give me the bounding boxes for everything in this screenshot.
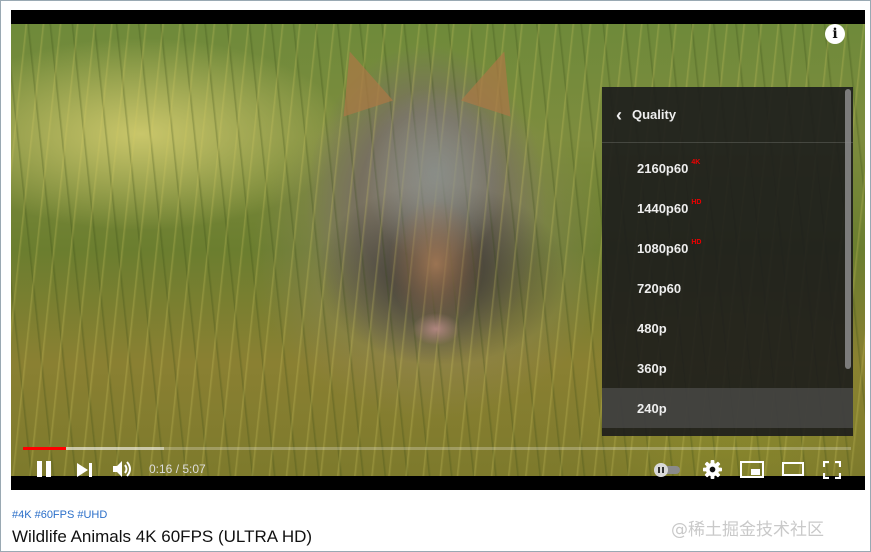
video-scene-wolf	[341, 64, 531, 364]
quality-option-label: 240p	[637, 400, 667, 416]
hashtags: #4K #60FPS #UHD	[12, 509, 110, 521]
quality-badge: 4K	[691, 158, 701, 166]
volume-icon[interactable]	[112, 459, 134, 479]
quality-option-label: 360p	[637, 360, 667, 376]
quality-option-360p[interactable]: 360p	[602, 348, 853, 388]
pause-icon[interactable]	[35, 460, 53, 478]
video-title: Wildlife Animals 4K 60FPS (ULTRA HD)	[12, 527, 313, 546]
chevron-left-icon[interactable]: ‹	[616, 106, 622, 124]
quality-badge: HD	[691, 198, 702, 206]
video-player[interactable]: i ‹ Quality 2160p60 4K 1440p60 HD 1080p6…	[11, 10, 865, 490]
progress-played	[23, 447, 67, 450]
theater-mode-icon[interactable]	[782, 461, 804, 477]
quality-option-label: 1440p60	[637, 200, 689, 216]
quality-option-label: 1080p60	[637, 240, 689, 256]
duration: 5:07	[182, 462, 206, 476]
miniplayer-icon[interactable]	[740, 461, 764, 478]
hashtag-link[interactable]: #60FPS	[35, 509, 75, 521]
gear-icon[interactable]	[703, 460, 722, 479]
quality-menu-title: Quality	[632, 107, 677, 122]
autoplay-toggle-icon[interactable]	[654, 463, 682, 477]
quality-option-2160p60[interactable]: 2160p60 4K	[602, 148, 853, 188]
quality-option-240p[interactable]: 240p	[602, 388, 853, 428]
app-frame: i ‹ Quality 2160p60 4K 1440p60 HD 1080p6…	[0, 0, 871, 552]
quality-option-1440p60[interactable]: 1440p60 HD	[602, 188, 853, 228]
quality-menu-header[interactable]: ‹ Quality	[602, 87, 853, 143]
quality-option-label: 720p60	[637, 280, 682, 296]
next-icon[interactable]	[76, 462, 94, 478]
quality-option-label: 2160p60	[637, 160, 689, 176]
progress-bar[interactable]	[23, 447, 851, 450]
quality-badge: HD	[691, 238, 702, 246]
hashtag-link[interactable]: #4K	[12, 509, 32, 521]
hashtag-link[interactable]: #UHD	[77, 509, 107, 521]
quality-menu-scrollbar[interactable]	[845, 89, 851, 369]
quality-option-1080p60[interactable]: 1080p60 HD	[602, 228, 853, 268]
quality-option-label: 480p	[637, 320, 667, 336]
quality-option-480p[interactable]: 480p	[602, 308, 853, 348]
time-display: 0:16 / 5:07	[149, 462, 206, 476]
watermark: @稀土掘金技术社区	[671, 520, 824, 540]
time-separator: /	[172, 462, 183, 476]
current-time: 0:16	[149, 462, 173, 476]
info-icon[interactable]: i	[825, 24, 845, 44]
fullscreen-icon[interactable]	[822, 460, 842, 480]
quality-menu: ‹ Quality 2160p60 4K 1440p60 HD 1080p60 …	[602, 87, 853, 436]
quality-option-720p60[interactable]: 720p60	[602, 268, 853, 308]
